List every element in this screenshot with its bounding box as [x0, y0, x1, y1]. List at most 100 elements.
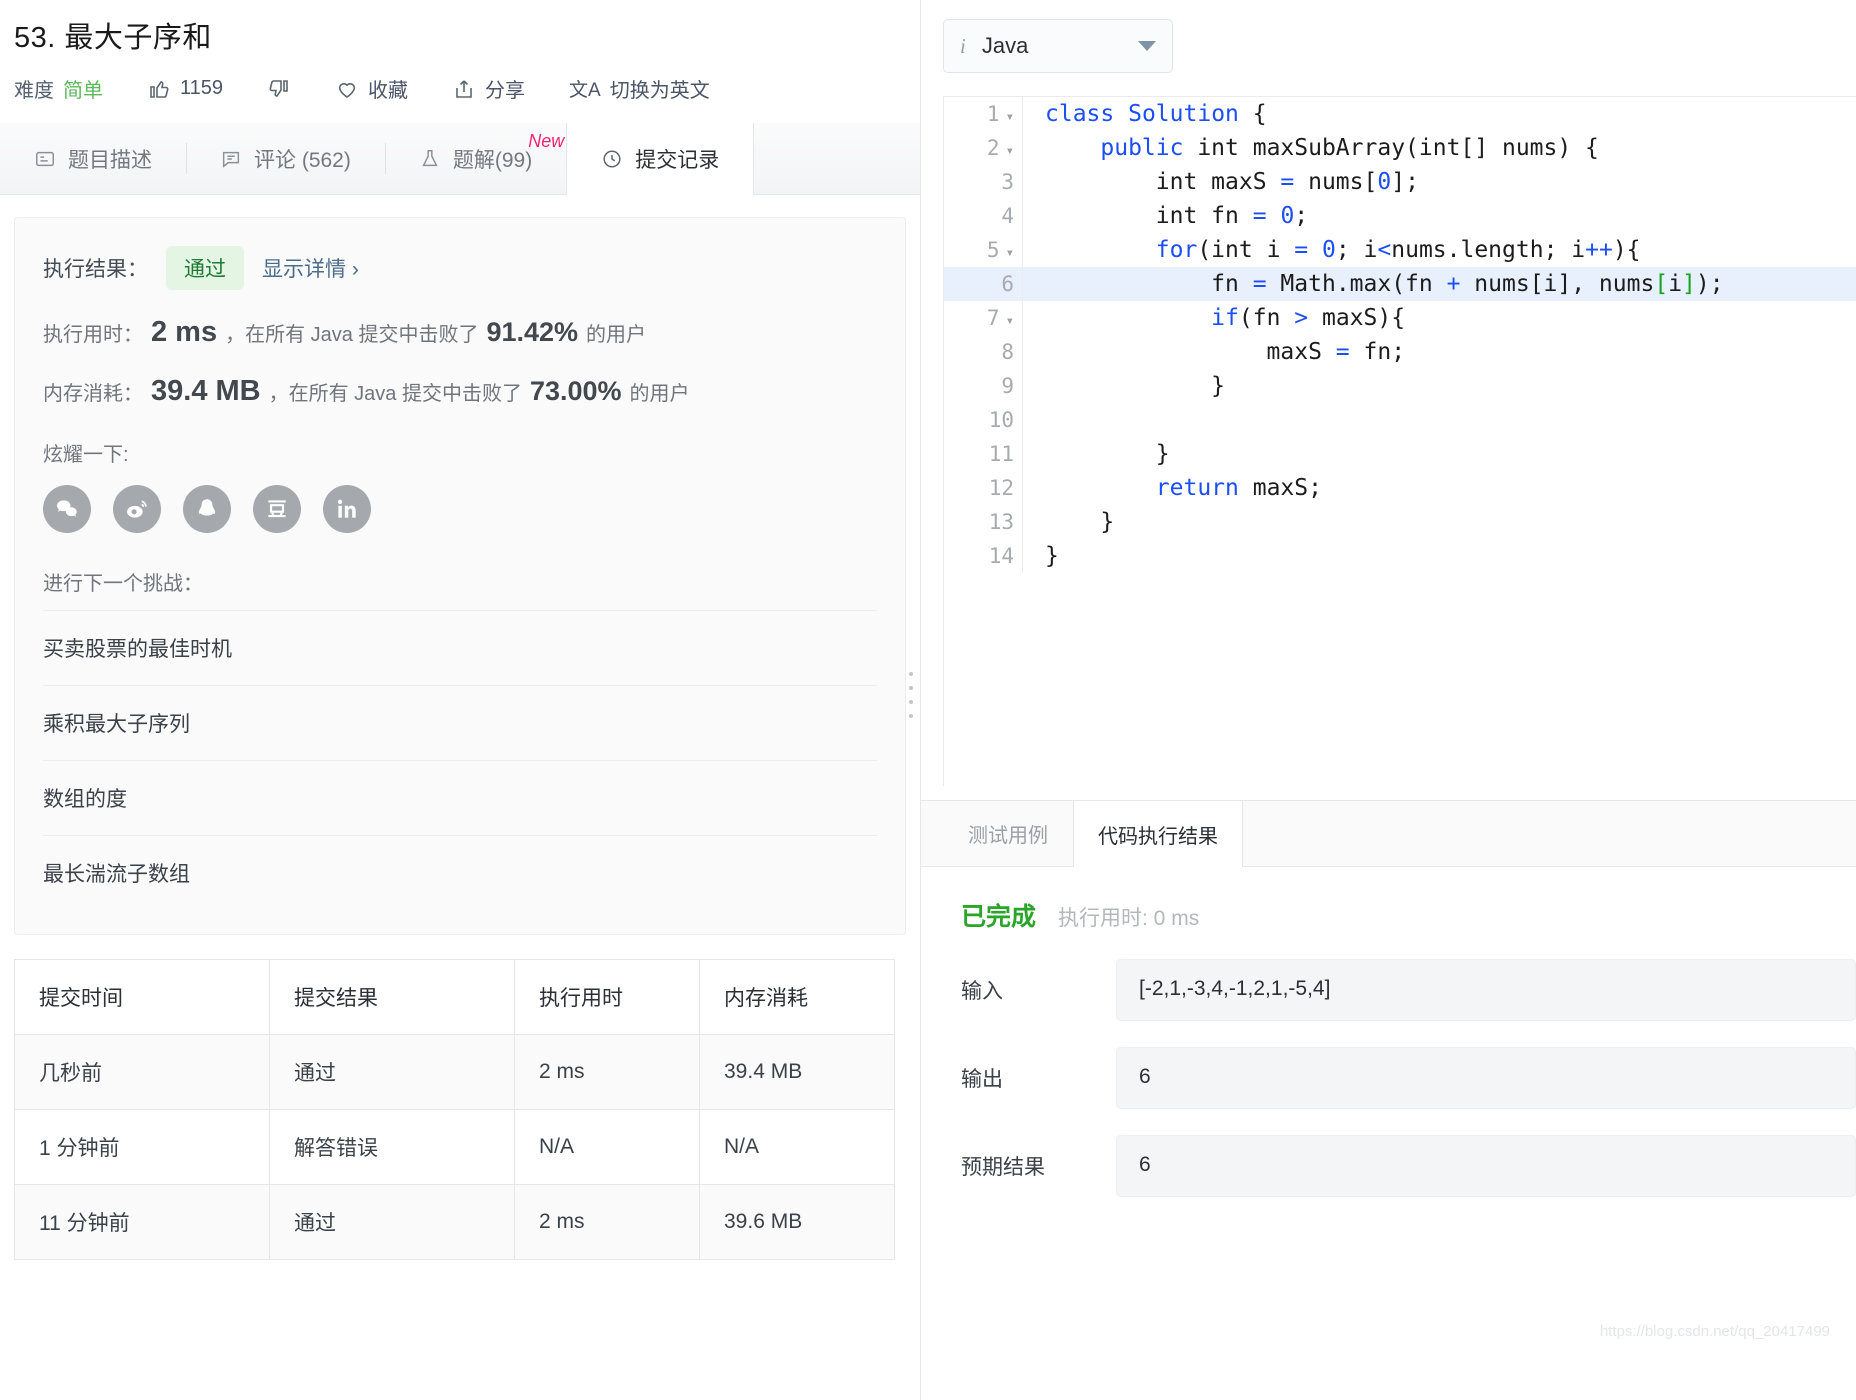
code-text: for(int i = 0; i<nums.length; i++){ — [1155, 237, 1641, 263]
challenge-item[interactable]: 乘积最大子序列 — [43, 685, 877, 760]
difficulty-label: 难度 — [14, 80, 54, 102]
code-text: int maxS = nums[0]; — [1045, 169, 1419, 195]
difficulty-block: 难度 简单 — [14, 74, 103, 103]
code-text: int fn = 0; — [1045, 203, 1309, 229]
input-value: [-2,1,-3,4,-1,2,1,-5,4] — [1116, 959, 1856, 1021]
favorite-label: 收藏 — [368, 80, 409, 102]
gutter-separator — [1022, 369, 1023, 403]
line-number: 14 — [988, 544, 1014, 568]
input-label: 输入 — [961, 980, 1003, 1003]
cell-status[interactable]: 通过 — [269, 1184, 515, 1260]
gutter-separator — [1022, 267, 1023, 301]
cell-time: 几秒前 — [14, 1034, 270, 1110]
cell-memory: 39.6 MB — [699, 1184, 895, 1260]
language-value: Java — [981, 33, 1029, 58]
fold-arrow-icon: ▾ — [1005, 109, 1014, 125]
code-text: } — [1045, 543, 1059, 569]
favorite-button[interactable]: 收藏 — [335, 74, 408, 103]
wechat-icon[interactable] — [43, 485, 91, 533]
translate-button[interactable]: 文A 切换为英文 — [569, 74, 710, 103]
memory-label: 内存消耗： — [43, 383, 143, 405]
code-line: 10 — [944, 403, 1856, 437]
table-row[interactable]: 1 分钟前 解答错误 N/A N/A — [14, 1109, 895, 1185]
pane-splitter[interactable] — [906, 0, 916, 1400]
line-number: 10 — [988, 408, 1014, 432]
code-text: fn = Math.max(fn + nums[i], nums[i]); — [1045, 271, 1724, 297]
table-row[interactable]: 11 分钟前 通过 2 ms 39.6 MB — [14, 1184, 895, 1260]
new-badge: New — [528, 131, 565, 151]
table-row[interactable]: 几秒前 通过 2 ms 39.4 MB — [14, 1034, 895, 1110]
tab-submissions[interactable]: 提交记录 — [566, 123, 755, 195]
tab-testcase[interactable]: 测试用例 — [943, 801, 1073, 866]
execution-result-row: 执行结果： 通过 显示详情 › — [43, 246, 877, 290]
expected-label: 预期结果 — [961, 1156, 1045, 1179]
gutter-separator — [1022, 301, 1023, 335]
linkedin-icon[interactable] — [323, 485, 371, 533]
tab-comments-label: 评论 (562) — [254, 148, 351, 172]
code-editor[interactable]: 1 ▾ class Solution { 2 ▾ public int maxSub… — [943, 96, 1856, 786]
tab-comments[interactable]: 评论 (562) — [186, 123, 385, 194]
column-header-time: 提交时间 — [14, 959, 270, 1035]
douban-icon[interactable] — [253, 485, 301, 533]
execution-result-label: 执行结果： — [43, 258, 148, 281]
gutter-separator — [1022, 505, 1023, 539]
comment-icon — [220, 148, 242, 170]
memory-mid-text: ，在所有 Java 提交中击败了 — [268, 383, 522, 405]
code-text: maxS = fn; — [1045, 339, 1406, 365]
like-button[interactable]: 1159 — [147, 77, 223, 101]
language-select[interactable]: i Java — [943, 19, 1173, 73]
challenge-item[interactable]: 最长湍流子数组 — [43, 835, 877, 910]
code-text: } — [1045, 373, 1226, 399]
line-number: 9 — [1001, 374, 1014, 398]
code-line: 1 ▾ class Solution { — [944, 97, 1856, 131]
memory-value: 39.4 MB — [151, 375, 261, 407]
memory-suffix: 的用户 — [629, 383, 690, 405]
column-header-result: 提交结果 — [269, 959, 515, 1035]
description-icon — [34, 148, 56, 170]
splitter-grip-icon — [909, 672, 913, 718]
weibo-icon[interactable] — [113, 485, 161, 533]
heart-icon — [335, 77, 359, 101]
show-detail-link[interactable]: 显示详情 › — [262, 253, 359, 283]
tab-execution-result[interactable]: 代码执行结果 — [1073, 801, 1243, 867]
memory-percentile: 73.00% — [529, 376, 622, 406]
translate-label: 切换为英文 — [609, 80, 710, 102]
line-number: 2 ▾ — [986, 136, 1014, 160]
line-number: 11 — [988, 442, 1014, 466]
code-line: 14 } — [944, 539, 1856, 573]
problem-tabbar: 题目描述 评论 (562) 题解(99) New 提交记录 — [0, 123, 920, 195]
cell-runtime: 2 ms — [514, 1034, 700, 1110]
chevron-down-icon — [1138, 41, 1156, 51]
cell-memory: 39.4 MB — [699, 1034, 895, 1110]
cell-status[interactable]: 通过 — [269, 1034, 515, 1110]
challenge-item[interactable]: 数组的度 — [43, 760, 877, 835]
thumbs-up-icon — [147, 77, 171, 101]
code-line: 2 ▾ public int maxSubArray(int[] nums) { — [944, 131, 1856, 165]
share-button[interactable]: 分享 — [452, 74, 525, 103]
watermark: https://blog.csdn.net/qq_20417499 — [1599, 1323, 1830, 1340]
gutter-separator — [1022, 437, 1023, 471]
tab-description[interactable]: 题目描述 — [0, 123, 186, 194]
tab-solutions[interactable]: 题解(99) New — [384, 123, 566, 194]
dislike-button[interactable] — [267, 77, 291, 101]
submissions-table: 提交时间 提交结果 执行用时 内存消耗 几秒前 通过 2 ms 39.4 MB … — [14, 959, 895, 1260]
runtime-label: 执行用时： — [43, 324, 143, 346]
challenge-item[interactable]: 买卖股票的最佳时机 — [43, 610, 877, 685]
info-icon: i — [960, 33, 966, 58]
line-number: 12 — [988, 476, 1014, 500]
qq-icon[interactable] — [183, 485, 231, 533]
cell-status[interactable]: 解答错误 — [269, 1109, 515, 1185]
tab-submissions-label: 提交记录 — [635, 149, 720, 172]
gutter-separator — [1022, 539, 1023, 573]
fold-arrow-icon: ▾ — [1005, 313, 1014, 329]
gutter-separator — [1022, 97, 1023, 131]
gutter-separator — [1022, 131, 1023, 165]
output-value: 6 — [1116, 1047, 1856, 1109]
code-text: class Solution { — [1045, 101, 1267, 127]
code-line: 9 } — [944, 369, 1856, 403]
console-status: 已完成 — [961, 903, 1037, 931]
share-prompt-label: 炫耀一下: — [43, 444, 129, 466]
line-number: 7 ▾ — [986, 306, 1014, 330]
cell-runtime: 2 ms — [514, 1184, 700, 1260]
problem-left-pane: 53. 最大子序和 难度 简单 1159 收藏 分享 文A 切换为英文 题目描述… — [0, 0, 920, 1400]
